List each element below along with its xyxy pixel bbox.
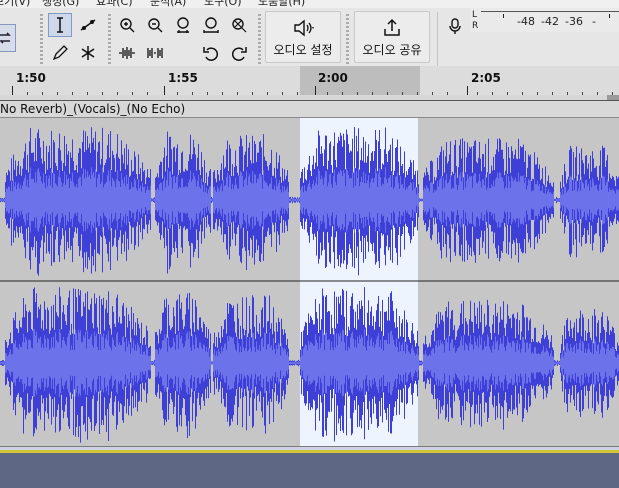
meter-bar-left [481,11,619,12]
undo-icon [203,47,219,61]
meter-mark [609,14,610,18]
multi-tool-button[interactable] [76,41,100,65]
menu-generate[interactable]: 생성(G) [42,0,79,8]
share-audio-button[interactable]: 오디오 공유 [354,11,430,63]
play-region-marker [607,95,619,100]
menu-effect[interactable]: 효과(C) [96,0,133,8]
menu-analyze[interactable]: 분석(A) [150,0,186,8]
meter-tick: -36 [565,15,583,28]
meter-mark [503,14,504,18]
track-focus-indicator [0,450,619,453]
fit-project-button[interactable] [199,13,223,37]
track-bottom-border [0,446,619,453]
waveform-display[interactable] [0,118,619,446]
pencil-icon [52,45,68,61]
timeline-label: 1:55 [168,71,198,85]
toolbar-grip-share[interactable] [346,14,349,64]
recording-meter[interactable]: L R -48 -42 -36 - [470,8,619,32]
timeline-label: 2:00 [318,71,348,85]
microphone-icon [449,18,461,34]
zoom-in-button[interactable] [115,13,139,37]
toolbar-grip-audio[interactable] [258,14,261,64]
zoom-fit-icon [203,17,219,33]
audio-setup-label: 오디오 설정 [273,42,333,57]
timeline-label: 1:50 [16,71,46,85]
meter-channel-right: R [472,21,479,31]
trim-button[interactable] [115,41,139,65]
selection-tool-button[interactable] [48,13,72,37]
loop-button[interactable] [0,24,16,52]
menu-bar: 보기(V) 생성(G) 효과(C) 분석(A) 도구(O) 도움말(H) [0,0,619,8]
track-title-bar[interactable]: No Reverb)_(Vocals)_(No Echo) [0,101,619,118]
meter-tick: - [592,15,596,28]
menu-help[interactable]: 도움말(H) [258,0,305,8]
silence-audio-icon [147,48,163,58]
track-name: No Reverb)_(Vocals)_(No Echo) [0,102,186,116]
zoom-out-button[interactable] [143,13,167,37]
audio-track[interactable] [0,118,619,446]
meter-tick: -42 [541,15,559,28]
asterisk-icon [81,46,95,60]
silence-button[interactable] [143,41,167,65]
undo-button[interactable] [199,41,223,65]
toolbar-separator [437,12,438,66]
audio-setup-button[interactable]: 오디오 설정 [265,11,341,63]
timeline-ruler[interactable]: 1:50 1:55 2:00 2:05 [0,66,619,97]
meter-tick: -48 [517,15,535,28]
envelope-icon [80,19,96,31]
timeline-label: 2:05 [471,71,501,85]
toolbar-grip-edit[interactable] [108,14,111,64]
zoom-toggle-icon [232,18,247,33]
meter-channel-left: L [472,10,478,20]
loop-icon [0,32,11,44]
toolbar-grip[interactable] [40,14,43,64]
zoom-toggle-button[interactable] [227,13,251,37]
menu-tools[interactable]: 도구(O) [204,0,241,8]
fit-selection-button[interactable] [171,13,195,37]
envelope-tool-button[interactable] [76,13,100,37]
draw-tool-button[interactable] [48,41,72,65]
speaker-icon [294,19,314,36]
record-meter-button[interactable] [442,13,468,39]
share-audio-label: 오디오 공유 [362,42,422,57]
zoom-out-icon [148,18,163,33]
zoom-in-icon [120,18,135,33]
redo-button[interactable] [227,41,251,65]
share-icon [384,18,400,36]
i-beam-icon [57,17,63,33]
menu-view[interactable]: 보기(V) [0,0,30,8]
zoom-selection-icon [177,17,189,33]
trim-audio-icon [119,47,135,59]
redo-icon [231,47,247,61]
